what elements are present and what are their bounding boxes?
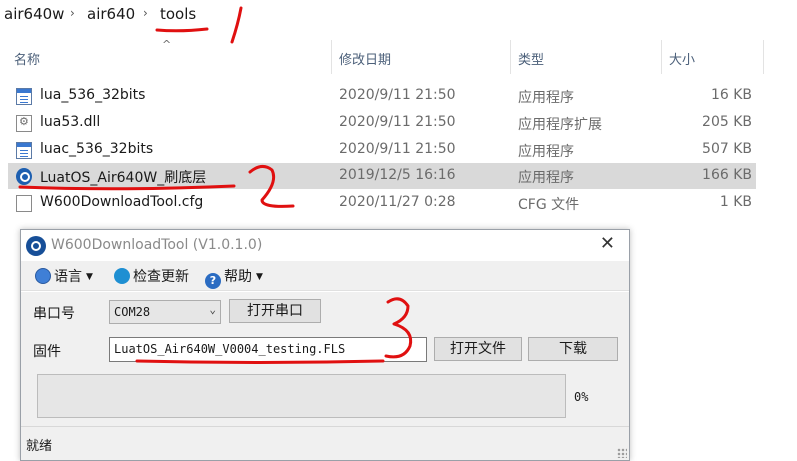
chevron-right-icon[interactable]: › — [70, 6, 75, 20]
column-header-type[interactable]: 类型 — [518, 49, 544, 68]
breadcrumb-item-tools[interactable]: tools — [160, 5, 196, 23]
file-modified: 2020/11/27 0:28 — [339, 194, 456, 210]
file-size: 507 KB — [702, 141, 752, 157]
chevron-down-icon: ▼ — [256, 272, 263, 282]
file-modified: 2020/9/11 21:50 — [339, 87, 456, 103]
file-type: CFG 文件 — [518, 197, 580, 213]
document-icon — [16, 195, 32, 212]
file-size: 16 KB — [710, 87, 752, 103]
globe-icon — [35, 268, 51, 284]
file-type: 应用程序 — [518, 170, 574, 186]
file-row[interactable]: lua_536_32bits 2020/9/11 21:50 应用程序 16 K… — [8, 83, 756, 109]
menu-check-update[interactable]: 检查更新 — [114, 266, 189, 286]
chevron-down-icon: ▼ — [86, 272, 93, 282]
file-size: 1 KB — [719, 194, 752, 210]
file-size: 205 KB — [702, 114, 752, 130]
menu-check-update-label: 检查更新 — [133, 269, 189, 285]
status-bar: 就绪 — [21, 426, 629, 460]
tool-body: 串口号 COM28 ⌄ 打开串口 固件 LuatOS_Air640W_V0004… — [21, 292, 629, 426]
menu-bar: 语言 ▼ 检查更新 ? 帮助 ▼ — [21, 261, 629, 291]
file-row[interactable]: luac_536_32bits 2020/9/11 21:50 应用程序 507… — [8, 137, 756, 163]
file-type: 应用程序 — [518, 90, 574, 106]
file-name: lua_536_32bits — [40, 87, 146, 103]
chevron-right-icon[interactable]: › — [143, 6, 148, 20]
chevron-down-icon: ⌄ — [209, 303, 216, 316]
window-title: W600DownloadTool (V1.0.1.0) — [51, 237, 263, 253]
menu-language[interactable]: 语言 ▼ — [35, 266, 93, 286]
breadcrumb-item-air640[interactable]: air640 — [87, 5, 135, 23]
column-divider[interactable] — [661, 40, 662, 74]
application-icon — [16, 88, 32, 105]
dll-icon — [16, 115, 32, 132]
file-modified: 2020/9/11 21:50 — [339, 141, 456, 157]
refresh-icon — [114, 268, 130, 284]
menu-help[interactable]: ? 帮助 ▼ — [205, 266, 263, 289]
file-name: luac_536_32bits — [40, 141, 154, 157]
application-icon — [16, 142, 32, 159]
port-select[interactable]: COM28 ⌄ — [109, 300, 221, 324]
progress-percent: 0% — [574, 390, 589, 404]
download-button[interactable]: 下载 — [528, 337, 618, 361]
column-header-modified[interactable]: 修改日期 — [339, 49, 391, 68]
file-size: 166 KB — [702, 167, 752, 183]
column-divider[interactable] — [763, 40, 764, 74]
firmware-label: 固件 — [33, 344, 61, 360]
file-row[interactable]: W600DownloadTool.cfg 2020/11/27 0:28 CFG… — [8, 190, 756, 216]
file-name: LuatOS_Air640W_刷底层 — [40, 170, 207, 186]
firmware-path-input[interactable]: LuatOS_Air640W_V0004_testing.FLS — [109, 337, 427, 362]
app-logo-icon — [26, 236, 46, 256]
file-type: 应用程序扩展 — [518, 117, 602, 133]
resize-grip-icon[interactable] — [617, 448, 627, 458]
open-file-button[interactable]: 打开文件 — [434, 337, 522, 361]
column-divider[interactable] — [331, 40, 332, 74]
file-modified: 2020/9/11 21:50 — [339, 114, 456, 130]
menu-language-label: 语言 — [54, 269, 82, 285]
file-row-selected[interactable]: LuatOS_Air640W_刷底层 2019/12/5 16:16 应用程序 … — [8, 163, 756, 189]
status-text: 就绪 — [26, 439, 53, 454]
port-select-value: COM28 — [114, 305, 151, 319]
menu-help-label: 帮助 — [224, 269, 252, 285]
title-bar[interactable]: W600DownloadTool (V1.0.1.0) ✕ — [21, 230, 629, 261]
breadcrumb-item-air640w[interactable]: air640w — [4, 5, 64, 23]
column-header-name[interactable]: 名称 — [14, 49, 40, 68]
file-name: lua53.dll — [40, 114, 101, 130]
column-header-row: ^ 名称 修改日期 类型 大小 — [0, 38, 797, 74]
file-type: 应用程序 — [518, 144, 574, 160]
open-port-button[interactable]: 打开串口 — [229, 299, 321, 323]
download-tool-window: W600DownloadTool (V1.0.1.0) ✕ 语言 ▼ 检查更新 ?… — [20, 229, 630, 461]
close-icon[interactable]: ✕ — [600, 233, 615, 254]
luat-app-icon — [16, 168, 32, 185]
download-progress-bar — [37, 374, 566, 418]
sort-ascending-icon: ^ — [162, 38, 172, 51]
file-name: W600DownloadTool.cfg — [40, 194, 204, 210]
column-divider[interactable] — [510, 40, 511, 74]
help-icon: ? — [205, 273, 221, 289]
port-label: 串口号 — [33, 306, 75, 322]
file-modified: 2019/12/5 16:16 — [339, 167, 456, 183]
column-header-size[interactable]: 大小 — [669, 49, 695, 68]
file-row[interactable]: lua53.dll 2020/9/11 21:50 应用程序扩展 205 KB — [8, 110, 756, 136]
breadcrumb: air640w › air640 › tools — [0, 0, 797, 32]
